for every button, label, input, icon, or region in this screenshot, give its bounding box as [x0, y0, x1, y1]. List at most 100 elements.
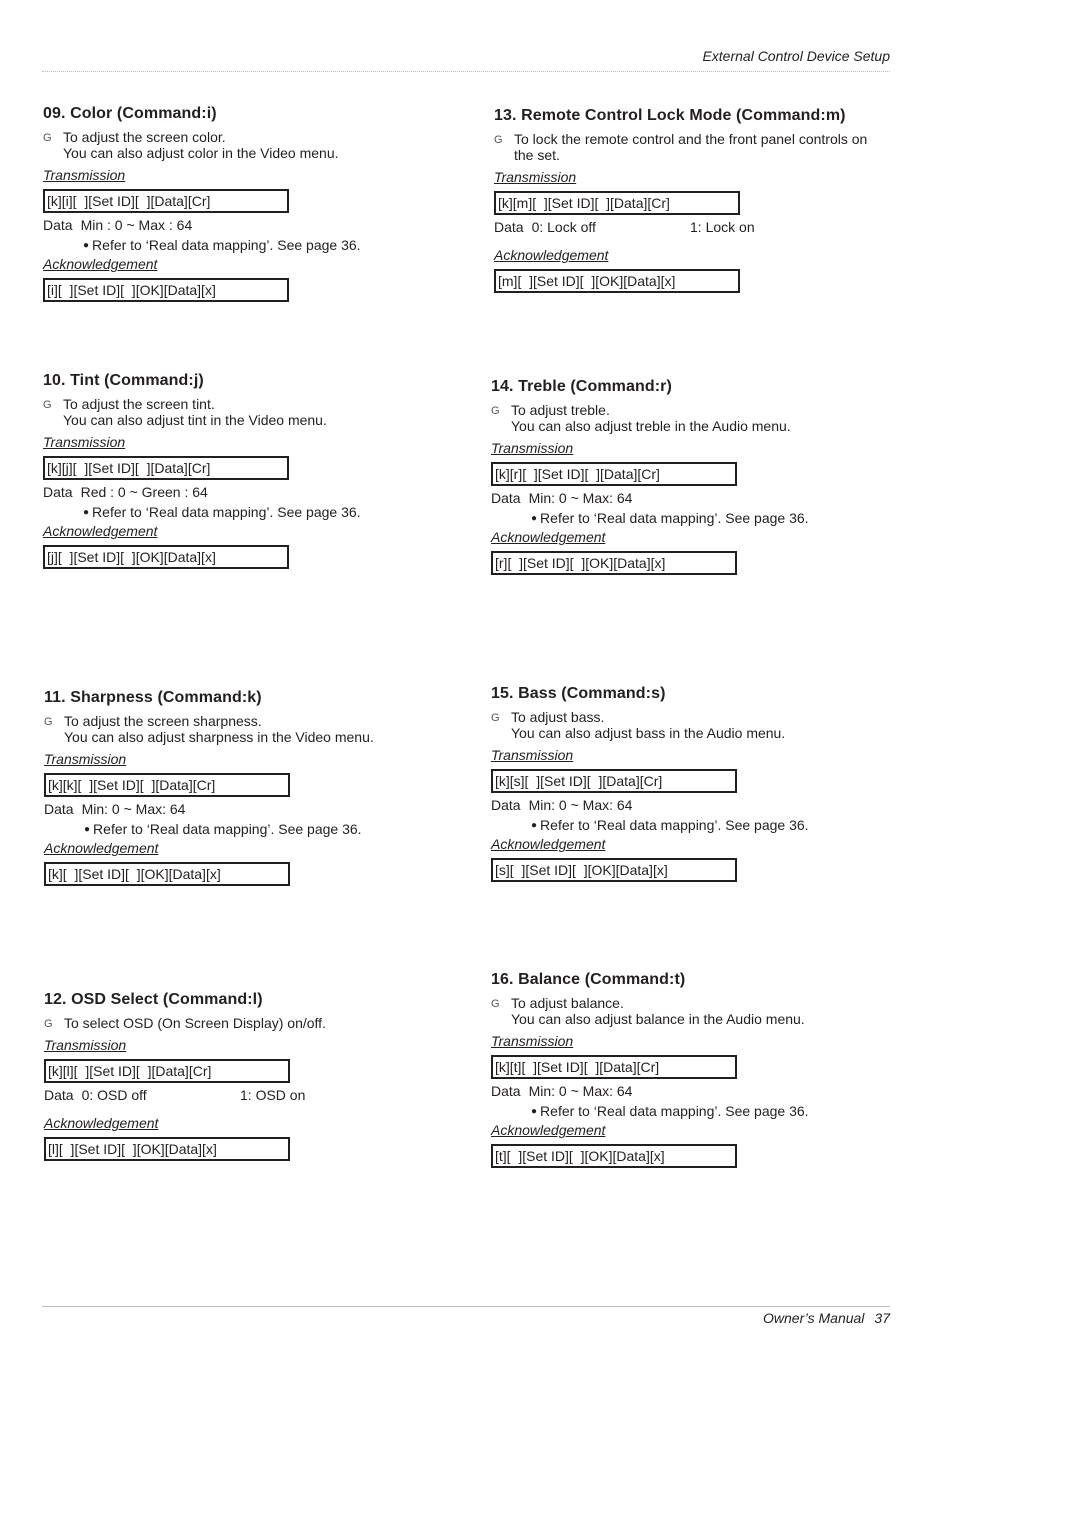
- data-label: Data: [43, 484, 73, 500]
- section-sharpness: 11. Sharpness (Command:k) G To adjust the …: [44, 689, 464, 890]
- section-title: 16. Balance (Command:t): [491, 971, 686, 988]
- running-header: External Control Device Setup: [702, 48, 890, 64]
- transmission-command-box: [k][s][ ][Set ID][ ][Data][Cr]: [491, 769, 737, 793]
- data-line: Data 0: Lock off 1: Lock on: [494, 219, 914, 235]
- acknowledgement-command-box: [s][ ][Set ID][ ][OK][Data][x]: [491, 858, 737, 882]
- acknowledgement-label: Acknowledgement: [491, 1122, 606, 1138]
- data-label: Data: [43, 217, 73, 233]
- transmission-command-box: [k][t][ ][Set ID][ ][Data][Cr]: [491, 1055, 737, 1079]
- section-description: G To adjust bass. You can also adjust bass…: [491, 709, 911, 741]
- acknowledgement-label: Acknowledgement: [491, 529, 606, 545]
- data-line: Data Min: 0 ~ Max: 64: [44, 801, 464, 817]
- bullet-dot-icon: ●: [83, 240, 90, 251]
- section-description: G To adjust treble. You can also adjust tr…: [491, 402, 911, 434]
- description-line: You can also adjust balance in the Audio…: [511, 1011, 805, 1027]
- bullet-icon: G: [43, 132, 52, 144]
- section-title: 14. Treble (Command:r): [491, 378, 672, 395]
- transmission-label: Transmission: [43, 167, 126, 183]
- transmission-command-box: [k][j][ ][Set ID][ ][Data][Cr]: [43, 456, 289, 480]
- transmission-command-box: [k][l][ ][Set ID][ ][Data][Cr]: [44, 1059, 290, 1083]
- description-line: You can also adjust tint in the Video me…: [63, 412, 327, 428]
- data-label: Data: [491, 797, 521, 813]
- section-description: G To select OSD (On Screen Display) on/of…: [44, 1015, 464, 1031]
- data-value: Red : 0 ~ Green : 64: [80, 484, 208, 500]
- acknowledgement-label: Acknowledgement: [44, 1115, 159, 1131]
- acknowledgement-command-box: [m][ ][Set ID][ ][OK][Data][x]: [494, 269, 740, 293]
- transmission-label: Transmission: [44, 751, 127, 767]
- bullet-icon: G: [491, 712, 500, 724]
- data-note: ● Refer to ‘Real data mapping’. See page …: [43, 504, 463, 521]
- bullet-icon: G: [44, 716, 53, 728]
- transmission-label: Transmission: [491, 1033, 574, 1049]
- running-footer: Owner’s Manual 37: [763, 1310, 890, 1326]
- bullet-icon: G: [44, 1018, 53, 1030]
- data-line: Data Min: 0 ~ Max: 64: [491, 797, 911, 813]
- transmission-command-box: [k][i][ ][Set ID][ ][Data][Cr]: [43, 189, 289, 213]
- data-value-alt: 1: OSD on: [240, 1087, 306, 1103]
- acknowledgement-command-box: [r][ ][Set ID][ ][OK][Data][x]: [491, 551, 737, 575]
- section-description: G To adjust balance. You can also adjust b…: [491, 995, 911, 1027]
- data-value-alt: 1: Lock on: [690, 219, 755, 235]
- transmission-label: Transmission: [491, 747, 574, 763]
- section-osd-select: 12. OSD Select (Command:l) G To select OSD…: [44, 991, 464, 1165]
- note-text: Refer to ‘Real data mapping’. See page 3…: [92, 237, 361, 253]
- description-line: To adjust the screen tint.: [63, 396, 215, 412]
- data-note: ● Refer to ‘Real data mapping’. See page …: [44, 821, 464, 838]
- section-remote-lock: 13. Remote Control Lock Mode (Command:m)…: [494, 107, 914, 297]
- data-label: Data: [494, 219, 524, 235]
- section-title: 15. Bass (Command:s): [491, 685, 666, 702]
- section-treble: 14. Treble (Command:r) G To adjust treble.…: [491, 378, 911, 579]
- description-line: You can also adjust color in the Video m…: [63, 145, 339, 161]
- section-description: G To adjust the screen tint. You can also …: [43, 396, 463, 428]
- bullet-dot-icon: ●: [83, 507, 90, 518]
- data-value: Min: 0 ~ Max: 64: [528, 797, 633, 813]
- description-line: You can also adjust treble in the Audio …: [511, 418, 791, 434]
- note-text: Refer to ‘Real data mapping’. See page 3…: [540, 1103, 809, 1119]
- description-line: To adjust balance.: [511, 995, 624, 1011]
- data-line: Data Min: 0 ~ Max: 64: [491, 1083, 911, 1099]
- description-line: To adjust treble.: [511, 402, 610, 418]
- bullet-dot-icon: ●: [84, 824, 91, 835]
- transmission-label: Transmission: [43, 434, 126, 450]
- bullet-icon: G: [494, 134, 503, 146]
- acknowledgement-command-box: [k][ ][Set ID][ ][OK][Data][x]: [44, 862, 290, 886]
- data-line: Data Red : 0 ~ Green : 64: [43, 484, 463, 500]
- description-line: To lock the remote control and the front…: [514, 131, 868, 147]
- transmission-command-box: [k][m][ ][Set ID][ ][Data][Cr]: [494, 191, 740, 215]
- bullet-dot-icon: ●: [531, 513, 538, 524]
- section-bass: 15. Bass (Command:s) G To adjust bass. You …: [491, 685, 911, 886]
- data-note: ● Refer to ‘Real data mapping’. See page …: [491, 510, 911, 527]
- footer-label: Owner’s Manual: [763, 1310, 865, 1326]
- bullet-icon: G: [491, 405, 500, 417]
- header-divider: [42, 71, 890, 72]
- acknowledgement-command-box: [l][ ][Set ID][ ][OK][Data][x]: [44, 1137, 290, 1161]
- acknowledgement-label: Acknowledgement: [44, 840, 159, 856]
- footer-divider: [42, 1306, 890, 1307]
- note-text: Refer to ‘Real data mapping’. See page 3…: [540, 817, 809, 833]
- data-note: ● Refer to ‘Real data mapping’. See page …: [491, 1103, 911, 1120]
- data-line: Data Min: 0 ~ Max: 64: [491, 490, 911, 506]
- bullet-dot-icon: ●: [531, 1106, 538, 1117]
- data-value: Min : 0 ~ Max : 64: [80, 217, 193, 233]
- section-title: 12. OSD Select (Command:l): [44, 991, 263, 1008]
- data-value: Min: 0 ~ Max: 64: [81, 801, 186, 817]
- data-label: Data: [491, 1083, 521, 1099]
- section-title: 10. Tint (Command:j): [43, 372, 204, 389]
- data-value: 0: Lock off: [531, 219, 596, 235]
- acknowledgement-label: Acknowledgement: [491, 836, 606, 852]
- note-text: Refer to ‘Real data mapping’. See page 3…: [540, 510, 809, 526]
- description-line: the set.: [514, 147, 560, 163]
- data-note: ● Refer to ‘Real data mapping’. See page …: [43, 237, 463, 254]
- acknowledgement-label: Acknowledgement: [494, 247, 609, 263]
- section-title: 09. Color (Command:i): [43, 105, 217, 122]
- data-value: Min: 0 ~ Max: 64: [528, 490, 633, 506]
- page-number: 37: [874, 1310, 890, 1326]
- section-balance: 16. Balance (Command:t) G To adjust balanc…: [491, 971, 911, 1172]
- data-label: Data: [44, 801, 74, 817]
- transmission-label: Transmission: [44, 1037, 127, 1053]
- bullet-dot-icon: ●: [531, 820, 538, 831]
- data-value: 0: OSD off: [81, 1087, 147, 1103]
- note-text: Refer to ‘Real data mapping’. See page 3…: [92, 504, 361, 520]
